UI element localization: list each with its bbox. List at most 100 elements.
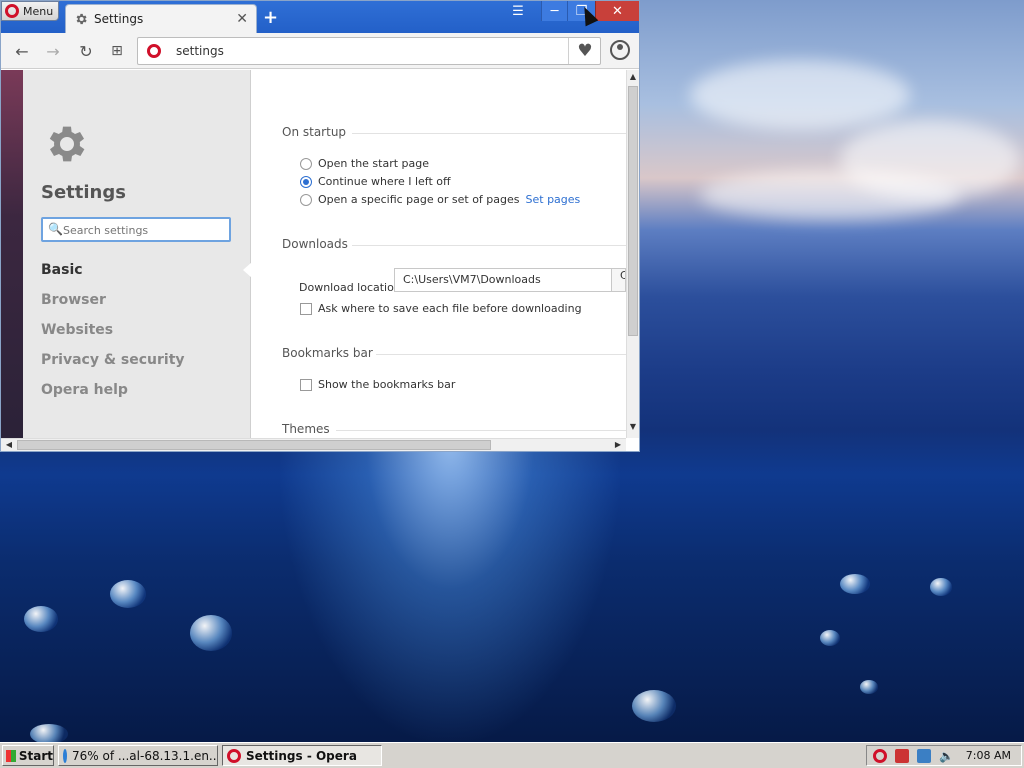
- forward-icon[interactable]: →: [43, 41, 63, 61]
- network-icon[interactable]: [917, 748, 931, 763]
- opera-logo-icon: [147, 44, 161, 58]
- set-pages-link[interactable]: Set pages: [526, 193, 581, 206]
- settings-sidebar: Settings 🔍 Basic Browser Websites Privac…: [23, 70, 252, 438]
- scroll-down-icon[interactable]: ▼: [627, 422, 639, 434]
- download-location-label: Download location:: [299, 281, 405, 294]
- cloud: [690, 60, 910, 130]
- close-tab-icon[interactable]: ✕: [236, 11, 248, 27]
- start-button[interactable]: Start: [2, 745, 54, 766]
- bubble: [632, 690, 676, 722]
- option-label: Open a specific page or set of pages: [318, 193, 520, 206]
- volume-icon[interactable]: 🔈: [939, 749, 954, 763]
- window-background-strip: [1, 70, 23, 438]
- sidebar-item-privacy-security[interactable]: Privacy & security: [41, 352, 185, 368]
- minimize-button[interactable]: ─: [541, 1, 567, 21]
- option-label: Continue where I left off: [318, 175, 451, 188]
- show-bookmarks-bar-option[interactable]: Show the bookmarks bar: [300, 378, 455, 391]
- bubble: [930, 578, 952, 596]
- search-icon: 🔍: [48, 222, 63, 236]
- taskbar: Start 76% of ...al-68.13.1.en... Setting…: [0, 742, 1024, 768]
- address-text: settings: [176, 44, 224, 58]
- taskbar-item-label: Settings - Opera: [246, 748, 357, 763]
- option-label: Open the start page: [318, 157, 430, 170]
- heart-icon[interactable]: ♥: [572, 41, 598, 61]
- settings-main: On startup Open the start page Continue …: [252, 70, 626, 438]
- search-input[interactable]: [63, 222, 225, 238]
- section-divider: [352, 245, 626, 246]
- gear-icon: [76, 13, 87, 25]
- back-icon[interactable]: ←: [12, 41, 32, 61]
- sidebar-item-basic[interactable]: Basic: [41, 262, 83, 278]
- ask-before-download-option[interactable]: Ask where to save each file before downl…: [300, 302, 582, 315]
- menu-button[interactable]: Menu: [1, 1, 59, 21]
- search-box[interactable]: 🔍: [41, 217, 231, 242]
- start-label: Start: [18, 748, 53, 763]
- checkbox[interactable]: [300, 378, 312, 391]
- startup-option-continue[interactable]: Continue where I left off: [300, 175, 451, 188]
- reload-icon[interactable]: ↻: [76, 41, 96, 61]
- gear-icon: [49, 126, 85, 162]
- title-bar: Menu Settings ✕ + ☰ ─ ❐ ✕: [1, 1, 639, 33]
- scroll-thumb[interactable]: [628, 86, 638, 336]
- startup-option-specific-pages[interactable]: Open a specific page or set of pages Set…: [300, 193, 580, 206]
- bubble: [190, 615, 232, 651]
- sidebar-item-websites[interactable]: Websites: [41, 322, 113, 338]
- bubble: [840, 574, 870, 594]
- scroll-right-icon[interactable]: ▶: [612, 439, 624, 451]
- vertical-scrollbar[interactable]: ▲ ▼: [626, 70, 639, 438]
- tab-menu-icon[interactable]: ☰: [506, 1, 530, 21]
- page-title: Settings: [41, 182, 126, 203]
- section-title-themes: Themes: [282, 422, 330, 436]
- radio-button[interactable]: [300, 193, 312, 206]
- change-location-button[interactable]: C: [612, 268, 626, 292]
- close-window-button[interactable]: ✕: [595, 1, 639, 21]
- bubble: [110, 580, 146, 608]
- horizontal-scrollbar[interactable]: ◀ ▶: [1, 438, 626, 451]
- grid-icon[interactable]: ⊞: [107, 41, 127, 61]
- internet-explorer-icon: [63, 748, 67, 763]
- new-tab-button[interactable]: +: [263, 7, 278, 28]
- navigation-toolbar: ← → ↻ ⊞ settings ♥: [1, 33, 639, 69]
- opera-logo-icon: [5, 4, 19, 18]
- scroll-thumb[interactable]: [17, 440, 491, 450]
- section-divider: [376, 354, 626, 355]
- option-label: Show the bookmarks bar: [318, 378, 456, 391]
- radio-button[interactable]: [300, 157, 312, 170]
- windows-logo-icon: [6, 749, 16, 762]
- sidebar-item-opera-help[interactable]: Opera help: [41, 382, 128, 398]
- tab-title: Settings: [94, 12, 144, 26]
- address-bar[interactable]: settings ♥: [137, 37, 601, 65]
- download-location-field[interactable]: C:\Users\VM7\Downloads: [394, 268, 612, 292]
- taskbar-item-opera[interactable]: Settings - Opera: [222, 745, 382, 766]
- system-tray: 🔈 7:08 AM: [866, 745, 1022, 766]
- section-title-startup: On startup: [282, 125, 347, 139]
- taskbar-item-download[interactable]: 76% of ...al-68.13.1.en...: [58, 745, 218, 766]
- profile-icon[interactable]: [610, 40, 630, 60]
- scroll-up-icon[interactable]: ▲: [627, 72, 639, 84]
- menu-label: Menu: [23, 4, 54, 18]
- bubble: [24, 606, 58, 632]
- section-divider: [352, 133, 626, 134]
- scroll-left-icon[interactable]: ◀: [3, 439, 15, 451]
- section-title-bookmarks: Bookmarks bar: [282, 346, 373, 360]
- tab-settings[interactable]: Settings ✕: [65, 4, 257, 33]
- checkbox[interactable]: [300, 302, 312, 315]
- clock: 7:08 AM: [965, 749, 1011, 762]
- settings-page: Settings 🔍 Basic Browser Websites Privac…: [1, 70, 639, 438]
- address-separator: [568, 38, 569, 64]
- browser-window: Menu Settings ✕ + ☰ ─ ❐ ✕ ← → ↻ ⊞ settin…: [0, 0, 640, 452]
- startup-option-start-page[interactable]: Open the start page: [300, 157, 429, 170]
- active-item-pointer: [243, 262, 252, 278]
- section-title-downloads: Downloads: [282, 237, 348, 251]
- security-alert-icon[interactable]: [895, 748, 909, 763]
- opera-logo-icon: [227, 748, 241, 763]
- radio-button-selected[interactable]: [300, 175, 312, 188]
- sidebar-item-browser[interactable]: Browser: [41, 292, 106, 308]
- bubble: [860, 680, 878, 694]
- section-divider: [336, 430, 626, 431]
- opera-tray-icon[interactable]: [873, 748, 887, 763]
- option-label: Ask where to save each file before downl…: [318, 302, 582, 315]
- bubble: [30, 724, 68, 742]
- cloud: [700, 170, 960, 220]
- taskbar-item-label: 76% of ...al-68.13.1.en...: [72, 748, 218, 763]
